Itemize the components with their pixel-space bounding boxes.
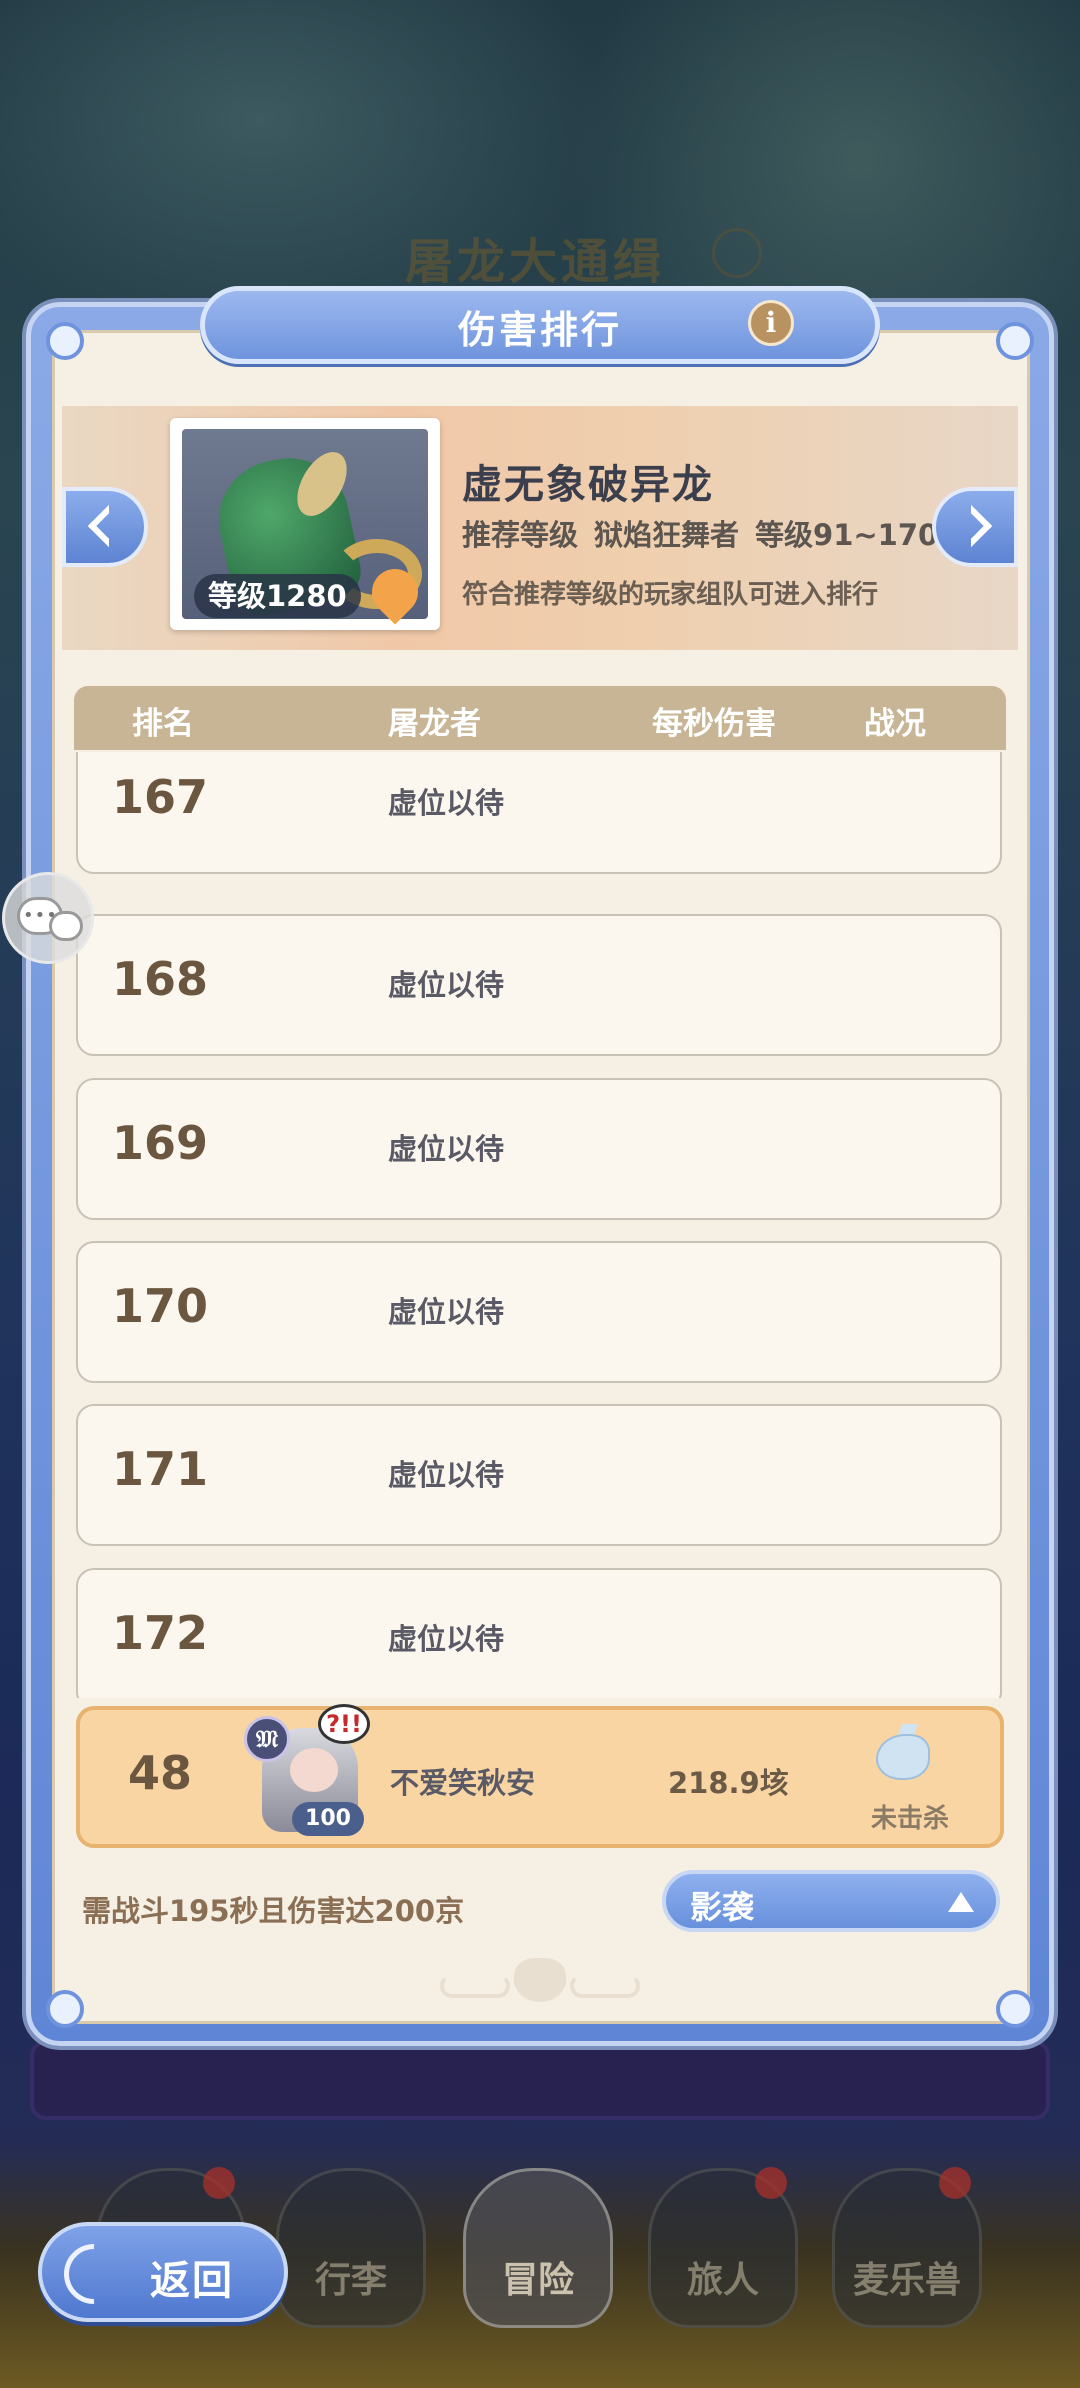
nav-traveler-button[interactable]: 旅人 [648,2167,798,2328]
notification-dot [939,2167,971,2199]
header-rank: 排名 [132,706,194,742]
avatar-level-badge: 100 [292,1802,364,1836]
corner-ornament [996,322,1034,360]
boss-note: 符合推荐等级的玩家组队可进入排行 [462,580,879,610]
boss-portrait[interactable]: 等级1280 [170,418,440,630]
row-name: 虚位以待 [388,786,505,820]
ranking-list[interactable]: 167 虚位以待 168 虚位以待 169 虚位以待 170 虚位以待 171 … [62,752,1018,1698]
recommend-label: 推荐等级 [462,518,579,552]
background-bar [30,2040,1050,2120]
back-button-label: 返回 [150,2258,234,2304]
recommend-class: 狱焰狂舞者 [594,518,740,552]
row-rank: 172 [111,1606,209,1660]
chat-dots-icon: ••• [23,905,58,926]
info-icon[interactable]: i [748,300,794,346]
back-arrow-icon [51,2231,137,2317]
dragon-portrait-image: 等级1280 [182,429,428,625]
triangle-up-icon [948,1892,974,1912]
row-name: 虚位以待 [388,968,505,1002]
chevron-left-icon [87,504,131,548]
dragon-head-shape [876,1734,930,1780]
header-status: 战况 [864,706,926,742]
row-rank: 171 [111,1442,209,1496]
ranking-row[interactable]: 172 虚位以待 [76,1568,1002,1698]
scroll-ornament [570,1974,640,1998]
header-dps: 每秒伤害 [652,706,776,742]
chat-button[interactable]: ••• [2,872,94,964]
class-select-value: 影袭 [690,1888,755,1926]
row-rank: 170 [111,1279,209,1333]
avatar-face [290,1748,338,1792]
row-name: 虚位以待 [388,1295,505,1329]
corner-ornament [46,322,84,360]
background-title-badge [712,228,762,278]
corner-ornament [46,1990,84,2028]
row-rank: 169 [111,1116,209,1170]
scroll-ornament [440,1974,510,1998]
ranking-row[interactable]: 171 虚位以待 [76,1404,1002,1546]
bottom-ornament [440,1952,640,2008]
row-name: 虚位以待 [388,1458,505,1492]
row-rank: 167 [111,770,209,824]
exclaim-bubble-icon: ?!! [318,1704,370,1744]
ranking-row[interactable]: 169 虚位以待 [76,1078,1002,1220]
nav-adventure-label: 冒险 [501,2260,574,2301]
row-name: 虚位以待 [388,1622,505,1656]
chevron-right-icon [949,504,993,548]
dragon-head-icon [870,1724,930,1790]
nav-traveler-label: 旅人 [686,2260,759,2301]
ranking-row[interactable]: 170 虚位以待 [76,1241,1002,1383]
corner-ornament [996,1990,1034,2028]
ranking-table-header: 排名 屠龙者 每秒伤害 战况 [74,686,1006,750]
nav-adventure-button[interactable]: 冒险 [463,2168,613,2328]
class-select-dropdown[interactable]: 影袭 [662,1870,1000,1932]
nav-luggage-label: 行李 [314,2260,387,2301]
player-avatar[interactable]: 𝔐 ?!! 100 [242,1704,382,1844]
nav-pet-button[interactable]: 麦乐兽 [832,2167,982,2328]
my-rank: 48 [127,1746,192,1800]
ranking-row[interactable]: 168 虚位以待 [76,914,1002,1056]
my-ranking-row[interactable]: 48 𝔐 ?!! 100 不爱笑秋安 218.9垓 未击杀 [76,1704,1004,1848]
my-status: 未击杀 [870,1804,949,1834]
background-title: 屠龙大通缉 [405,234,666,290]
prev-boss-button[interactable] [62,487,148,567]
requirement-text: 需战斗195秒且伤害达200京 [82,1894,465,1928]
back-button[interactable]: 返回 [38,2222,288,2322]
my-dps: 218.9垓 [668,1766,789,1800]
notification-dot [203,2167,235,2199]
next-boss-button[interactable] [932,487,1018,567]
header-slayer: 屠龙者 [388,706,481,742]
row-rank: 168 [111,952,209,1006]
boss-level-badge: 等级1280 [194,574,361,618]
cat-emblem-icon [514,1958,566,2002]
boss-recommendation: 推荐等级 狱焰狂舞者 等级91~170 [462,512,954,554]
notification-dot [755,2167,787,2199]
ranking-row[interactable]: 167 虚位以待 [76,752,1002,874]
my-player-name: 不爱笑秋安 [390,1766,536,1800]
row-name: 虚位以待 [388,1132,505,1166]
guild-emblem-icon: 𝔐 [244,1716,290,1762]
nav-pet-label: 麦乐兽 [852,2260,961,2301]
boss-name: 虚无象破异龙 [462,462,714,508]
nav-luggage-button[interactable]: 行李 [276,2168,426,2328]
recommend-range: 等级91~170 [755,518,939,552]
